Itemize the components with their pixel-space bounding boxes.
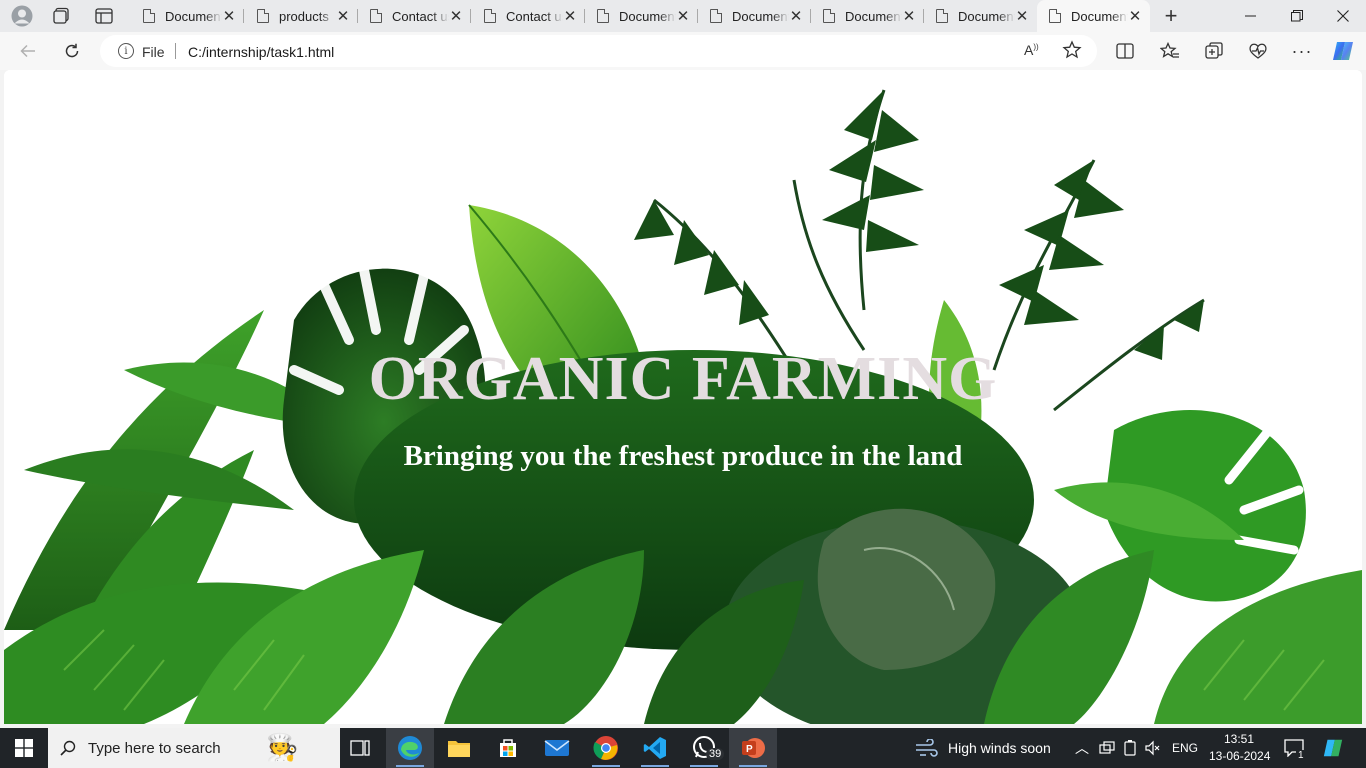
copilot-icon[interactable] [1328,37,1358,65]
whatsapp-icon[interactable]: 39 [680,728,728,768]
tab-title: Document [732,8,789,24]
search-highlight-icon: 🧑‍🍳 [266,732,299,762]
document-icon [710,9,722,23]
close-tab-icon[interactable]: ✕ [902,8,916,25]
document-icon [597,9,609,23]
browser-tab[interactable]: Document ✕ [698,0,811,32]
mail-icon[interactable] [533,728,581,768]
profile-icon[interactable] [8,4,36,28]
browser-tab[interactable]: Document ✕ [924,0,1037,32]
favorites-icon[interactable] [1155,37,1185,65]
taskbar-search-box[interactable]: Type here to search 🧑‍🍳 [48,728,340,768]
close-tab-icon[interactable]: ✕ [449,8,463,25]
document-icon [1049,9,1061,23]
site-info-icon[interactable]: i [118,43,134,59]
address-bar[interactable]: i File C:/internship/task1.html A)) [100,35,1097,67]
language-indicator[interactable]: ENG [1172,741,1198,755]
search-placeholder: Type here to search [88,740,221,757]
search-icon [60,740,76,756]
url-text[interactable]: C:/internship/task1.html [188,44,334,60]
split-screen-icon[interactable] [1110,37,1140,65]
windows-taskbar: Type here to search 🧑‍🍳 39 P High winds … [0,728,1366,768]
tab-strip: Document ✕ products ✕ Contact us ✕ Contact … [0,0,1366,32]
close-window-icon[interactable] [1320,0,1366,32]
performance-icon[interactable] [1243,37,1273,65]
network-icon[interactable] [1099,741,1115,758]
close-tab-icon[interactable]: ✕ [222,8,236,25]
workspaces-icon[interactable] [48,4,76,28]
weather-wind-icon[interactable] [914,738,938,760]
browser-tab[interactable]: Document ✕ [811,0,924,32]
page-viewport: ORGANIC FARMING Bringing you the freshes… [4,70,1362,724]
whatsapp-badge: 39 [706,748,725,760]
refresh-icon[interactable] [57,37,87,65]
task-view-icon[interactable] [336,728,384,768]
close-tab-icon[interactable]: ✕ [676,8,690,25]
vscode-icon[interactable] [631,728,679,768]
tab-title: Contact us [392,8,449,24]
close-tab-icon[interactable]: ✕ [563,8,577,25]
document-icon [370,9,382,23]
close-tab-icon[interactable]: ✕ [336,8,350,25]
document-icon [823,9,835,23]
file-explorer-icon[interactable] [435,728,483,768]
minimize-icon[interactable] [1228,0,1274,32]
volume-muted-icon[interactable] [1145,740,1161,759]
chevron-up-icon[interactable]: ︿ [1075,738,1089,758]
document-icon [143,9,155,23]
more-icon[interactable]: ··· [1287,37,1317,65]
tab-title: Document [1071,8,1128,24]
tab-title: Document [165,8,222,24]
browser-tab[interactable]: products ✕ [245,0,358,32]
document-icon [484,9,496,23]
copilot-taskbar-icon[interactable] [1322,737,1344,762]
hero-subtitle: Bringing you the freshest produce in the… [403,440,963,472]
hero-title: ORGANIC FARMING [368,345,998,413]
browser-toolbar: i File C:/internship/task1.html A)) ··· [0,32,1366,70]
browser-tab[interactable]: Contact us ✕ [472,0,585,32]
battery-icon[interactable] [1123,740,1137,759]
tab-title: Document [958,8,1015,24]
powerpoint-icon[interactable]: P [729,728,777,768]
tab-title: Document [619,8,676,24]
restore-icon[interactable] [1274,0,1320,32]
svg-text:P: P [746,744,753,755]
new-tab-button[interactable]: + [1157,3,1185,28]
tab-title: Contact us [506,8,563,24]
weather-text[interactable]: High winds soon [948,740,1051,756]
hero-section: ORGANIC FARMING Bringing you the freshes… [4,70,1362,724]
star-icon[interactable] [1062,40,1082,63]
clock-date[interactable]: 13-06-2024 [1209,749,1270,763]
microsoft-store-icon[interactable] [484,728,532,768]
notifications-count: 1 [1296,750,1306,761]
tab-title: Document [845,8,902,24]
back-icon[interactable] [13,37,43,65]
tab-title: products [279,8,329,24]
browser-tab[interactable]: Document ✕ [131,0,244,32]
document-icon [936,9,948,23]
tab-actions-icon[interactable] [90,4,118,28]
collections-icon[interactable] [1199,37,1229,65]
document-icon [257,9,269,23]
browser-tab[interactable]: Contact us ✕ [358,0,471,32]
close-tab-icon[interactable]: ✕ [1015,8,1029,25]
close-tab-icon[interactable]: ✕ [1128,8,1142,25]
edge-taskbar-icon[interactable] [386,728,434,768]
windows-start-icon[interactable] [0,728,48,768]
clock-time[interactable]: 13:51 [1224,732,1254,746]
browser-tab-active[interactable]: Document ✕ [1037,0,1150,32]
read-aloud-icon[interactable]: A)) [1024,42,1039,58]
browser-tab[interactable]: Document ✕ [585,0,698,32]
scheme-label[interactable]: File [142,44,165,60]
close-tab-icon[interactable]: ✕ [789,8,803,25]
chrome-icon[interactable] [582,728,630,768]
